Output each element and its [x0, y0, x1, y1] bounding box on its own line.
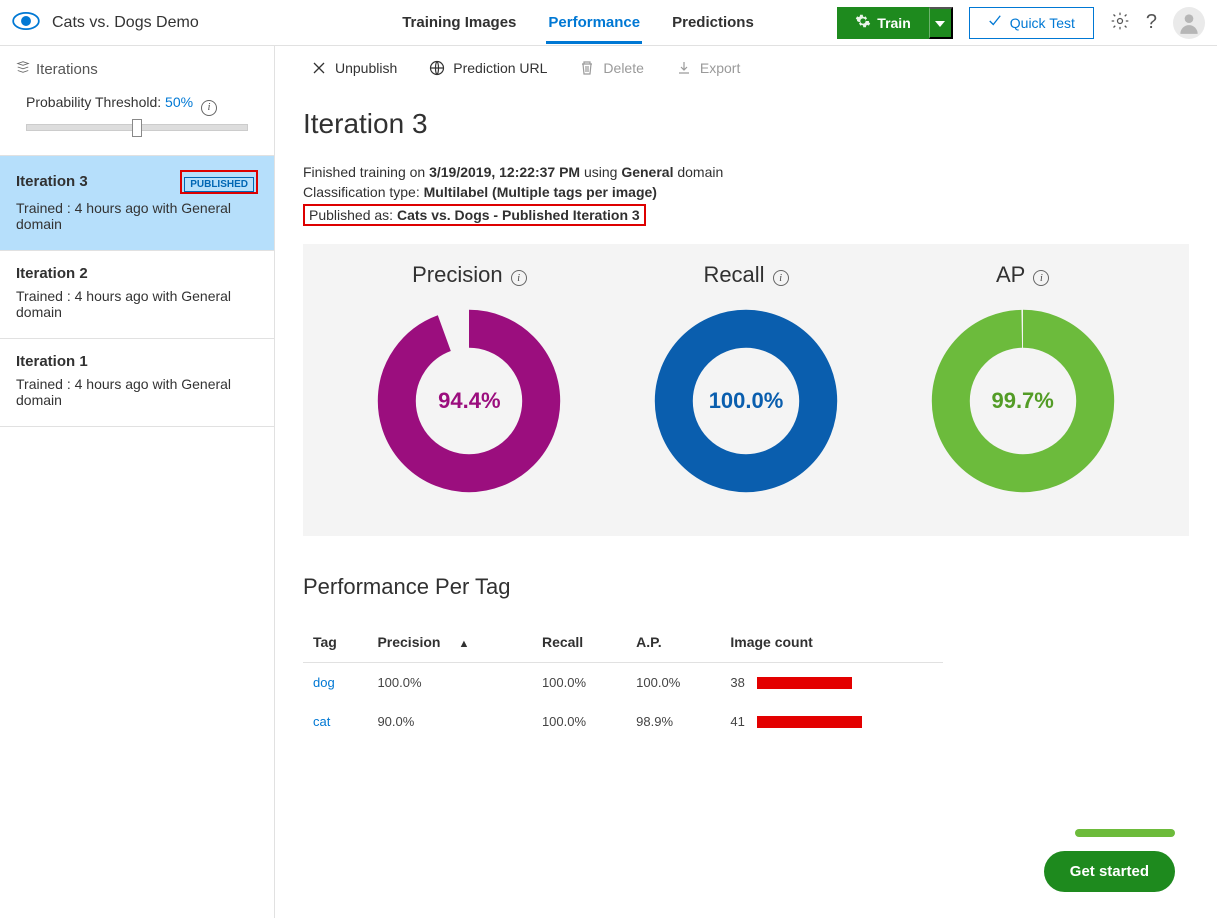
performance-table: Tag Precision▲ Recall A.P. Image count d… [303, 622, 943, 741]
project-title: Cats vs. Dogs Demo [52, 14, 199, 32]
iteration-subtitle: Trained : 4 hours ago with General domai… [16, 288, 258, 320]
threshold-block: Probability Threshold: 50% i [0, 88, 274, 155]
iteration-name: Iteration 2 [16, 265, 88, 282]
published-as-line: Published as: Cats vs. Dogs - Published … [309, 207, 640, 223]
tab-predictions[interactable]: Predictions [670, 2, 756, 43]
help-button[interactable]: ? [1146, 11, 1157, 34]
train-button[interactable]: Train [837, 7, 928, 39]
quick-test-button[interactable]: Quick Test [969, 7, 1094, 39]
progress-pill [1075, 829, 1175, 837]
precision-chart: Precision i 94.4% [331, 262, 608, 496]
sidebar: Iterations Probability Threshold: 50% i … [0, 46, 275, 918]
app-header: Cats vs. Dogs Demo Training Images Perfo… [0, 0, 1217, 46]
train-dropdown-button[interactable] [929, 7, 953, 39]
finished-training-line: Finished training on 3/19/2019, 12:22:37… [303, 164, 1189, 180]
eye-icon [12, 11, 52, 34]
metric-label: AP [996, 262, 1025, 288]
iteration-toolbar: Unpublish Prediction URL Delete Export [303, 60, 1189, 76]
info-icon[interactable]: i [773, 270, 789, 286]
main-content: Unpublish Prediction URL Delete Export I… [275, 46, 1217, 918]
sidebar-iterations-header: Iterations [0, 46, 274, 88]
iteration-list: Iteration 3 PUBLISHED Trained : 4 hours … [0, 155, 274, 427]
iteration-item-2[interactable]: Iteration 2 Trained : 4 hours ago with G… [0, 251, 274, 339]
col-ap[interactable]: A.P. [626, 622, 720, 663]
layers-icon [16, 60, 30, 78]
train-button-group: Train [837, 7, 952, 39]
settings-button[interactable] [1110, 11, 1130, 34]
metric-label: Precision [412, 262, 502, 288]
tab-training-images[interactable]: Training Images [400, 2, 518, 43]
table-row: dog 100.0% 100.0% 100.0% 38 [303, 663, 943, 703]
col-precision[interactable]: Precision▲ [367, 622, 532, 663]
classification-type-line: Classification type: Multilabel (Multipl… [303, 184, 1189, 200]
iteration-name: Iteration 3 [16, 173, 88, 190]
prediction-url-button[interactable]: Prediction URL [429, 60, 547, 76]
get-started-button[interactable]: Get started [1044, 851, 1175, 892]
published-badge: PUBLISHED [184, 177, 254, 192]
col-image-count[interactable]: Image count [720, 622, 943, 663]
unpublish-button[interactable]: Unpublish [311, 60, 397, 76]
precision-value: 94.4% [374, 306, 564, 496]
col-recall[interactable]: Recall [532, 622, 626, 663]
table-row: cat 90.0% 100.0% 98.9% 41 [303, 702, 943, 741]
ap-chart: AP i 99.7% [884, 262, 1161, 496]
highlight-box: PUBLISHED [180, 170, 258, 194]
header-actions: Train Quick Test ? [837, 7, 1205, 39]
iteration-subtitle: Trained : 4 hours ago with General domai… [16, 200, 258, 232]
gear-icon [855, 13, 871, 32]
count-bar [757, 716, 862, 728]
iteration-name: Iteration 1 [16, 353, 88, 370]
tag-link[interactable]: cat [313, 714, 330, 729]
tag-link[interactable]: dog [313, 675, 335, 690]
highlight-box: Published as: Cats vs. Dogs - Published … [303, 204, 646, 226]
metrics-panel: Precisioni 94.4% Recalli 100.0% [303, 244, 1189, 536]
delete-button: Delete [579, 60, 643, 76]
iteration-item-3[interactable]: Iteration 3 PUBLISHED Trained : 4 hours … [0, 156, 274, 251]
get-started-widget: Get started [1044, 829, 1175, 892]
caret-down-icon [935, 15, 945, 30]
ap-value: 99.7% [928, 306, 1118, 496]
sort-caret-up-icon: ▲ [458, 638, 469, 650]
threshold-label: Probability Threshold: [26, 94, 165, 110]
info-icon[interactable]: i [1033, 270, 1049, 286]
quick-test-label: Quick Test [1010, 15, 1075, 31]
recall-chart: Recalli 100.0% [608, 262, 885, 496]
tab-performance[interactable]: Performance [546, 2, 642, 43]
info-icon[interactable]: i [511, 270, 527, 286]
iterations-label: Iterations [36, 61, 98, 78]
metric-label: Recall [703, 262, 764, 288]
iteration-item-1[interactable]: Iteration 1 Trained : 4 hours ago with G… [0, 339, 274, 427]
col-tag[interactable]: Tag [303, 622, 367, 663]
export-button: Export [676, 60, 740, 76]
perf-per-tag-title: Performance Per Tag [303, 574, 1189, 600]
check-icon [988, 14, 1002, 31]
iteration-subtitle: Trained : 4 hours ago with General domai… [16, 376, 258, 408]
train-label: Train [877, 15, 910, 31]
info-icon[interactable]: i [201, 100, 217, 116]
tabs-nav: Training Images Performance Predictions [400, 2, 756, 43]
threshold-value: 50% [165, 94, 193, 110]
iteration-title: Iteration 3 [303, 108, 1189, 140]
recall-value: 100.0% [651, 306, 841, 496]
user-avatar[interactable] [1173, 7, 1205, 39]
count-bar [757, 677, 852, 689]
threshold-slider[interactable] [26, 119, 248, 137]
